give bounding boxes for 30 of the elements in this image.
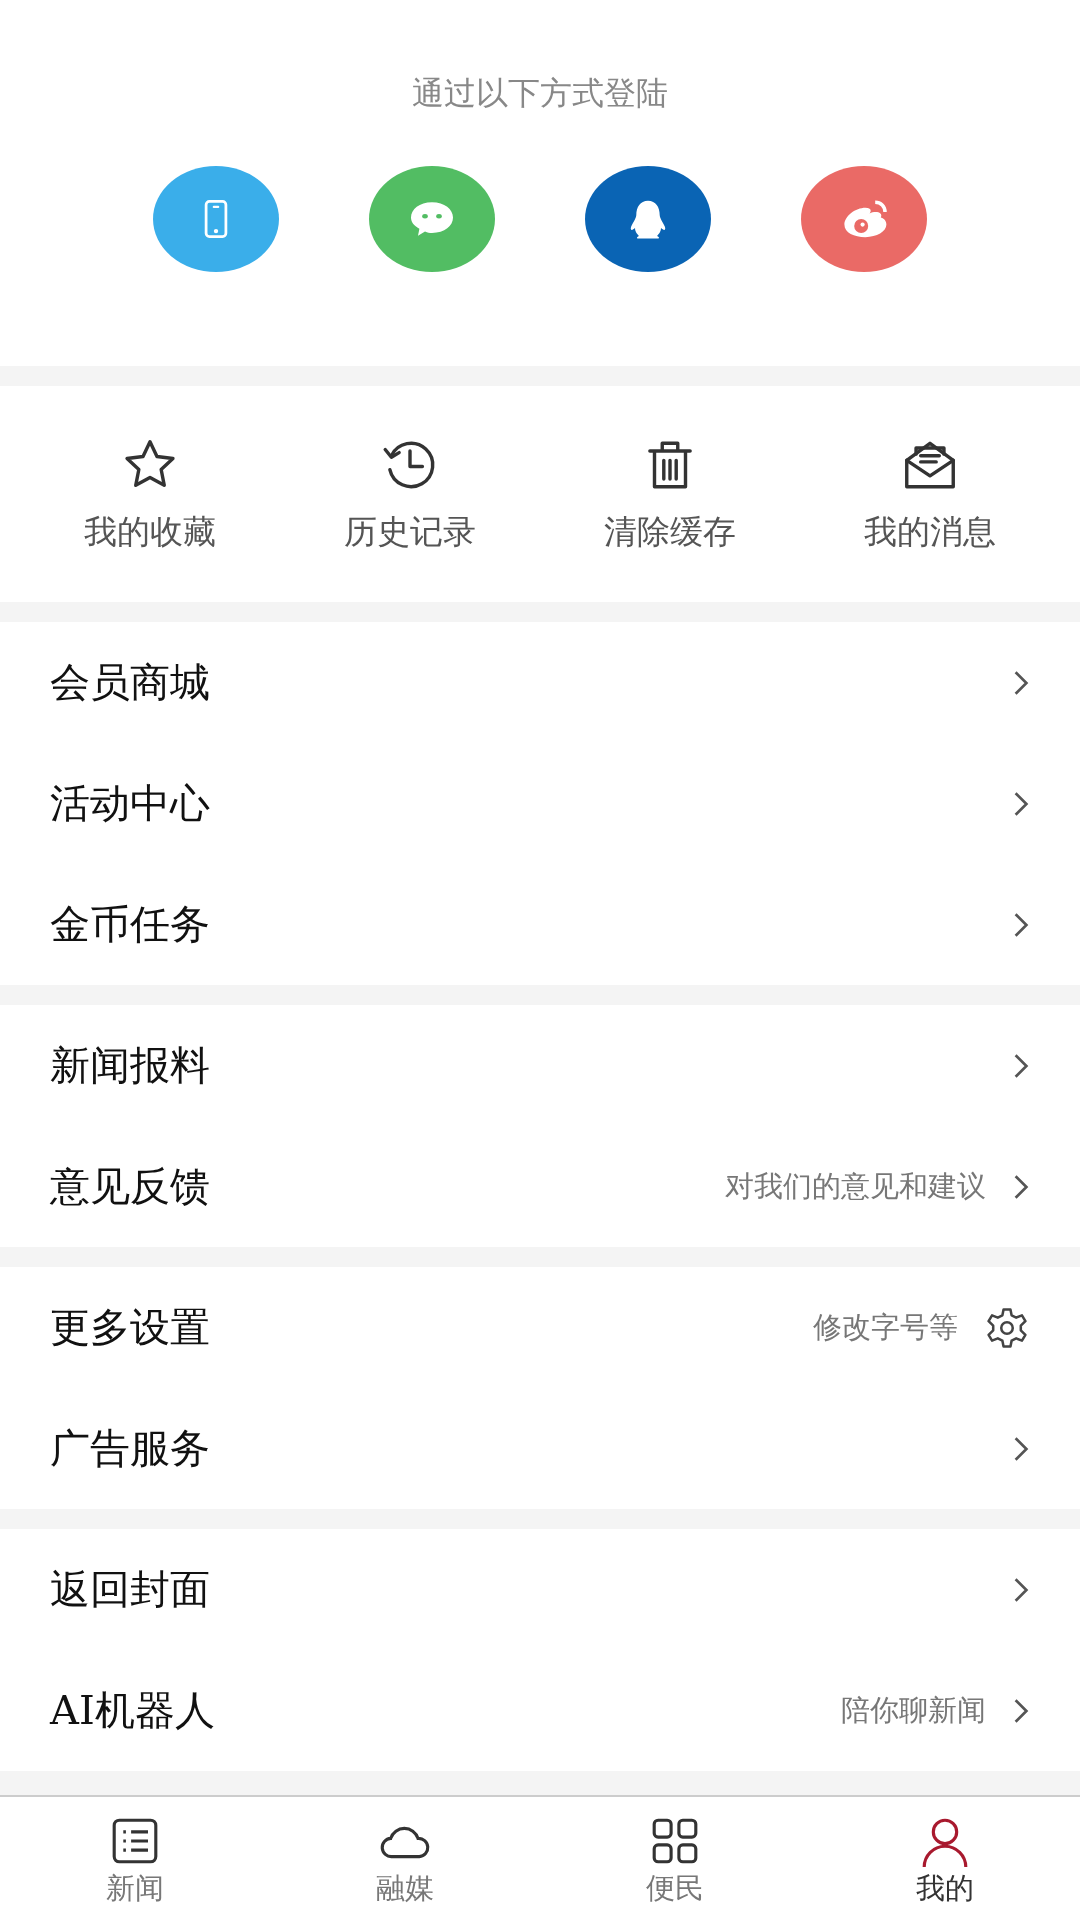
menu-row[interactable]: 广告服务 bbox=[0, 1388, 1080, 1509]
quick-action[interactable]: 历史记录 bbox=[280, 433, 540, 555]
menu-row[interactable]: 会员商城 bbox=[0, 622, 1080, 743]
menu-label: AI机器人 bbox=[50, 1686, 215, 1735]
quick-action[interactable]: 我的消息 bbox=[800, 433, 1060, 555]
tab[interactable]: 我的 bbox=[810, 1797, 1080, 1920]
menu-label: 返回封面 bbox=[50, 1565, 210, 1614]
menu-row[interactable]: AI机器人 陪你聊新闻 bbox=[0, 1650, 1080, 1771]
menu-hint: 修改字号等 bbox=[813, 1308, 958, 1346]
menu-label: 意见反馈 bbox=[50, 1162, 210, 1211]
menu-row[interactable]: 更多设置 修改字号等 bbox=[0, 1267, 1080, 1388]
menu-row[interactable]: 返回封面 bbox=[0, 1529, 1080, 1650]
quick-action[interactable]: 我的收藏 bbox=[20, 433, 280, 555]
menu-label: 金币任务 bbox=[50, 900, 210, 949]
menu-label: 广告服务 bbox=[50, 1424, 210, 1473]
menu-row[interactable]: 活动中心 bbox=[0, 743, 1080, 864]
menu-row[interactable]: 金币任务 bbox=[0, 864, 1080, 985]
tab[interactable]: 便民 bbox=[540, 1797, 810, 1920]
menu-row[interactable]: 意见反馈 对我们的意见和建议 bbox=[0, 1126, 1080, 1247]
menu-label: 会员商城 bbox=[50, 658, 210, 707]
quick-action[interactable]: 清除缓存 bbox=[540, 433, 800, 555]
menu-label: 活动中心 bbox=[50, 779, 210, 828]
tab[interactable]: 新闻 bbox=[0, 1797, 270, 1920]
menu-label: 更多设置 bbox=[50, 1303, 210, 1352]
login-title: 通过以下方式登陆 bbox=[412, 73, 668, 114]
menu-hint: 对我们的意见和建议 bbox=[725, 1167, 986, 1205]
tab[interactable]: 融媒 bbox=[270, 1797, 540, 1920]
menu-hint: 陪你聊新闻 bbox=[841, 1691, 986, 1729]
menu-row[interactable]: 新闻报料 bbox=[0, 1005, 1080, 1126]
menu-label: 新闻报料 bbox=[50, 1041, 210, 1090]
